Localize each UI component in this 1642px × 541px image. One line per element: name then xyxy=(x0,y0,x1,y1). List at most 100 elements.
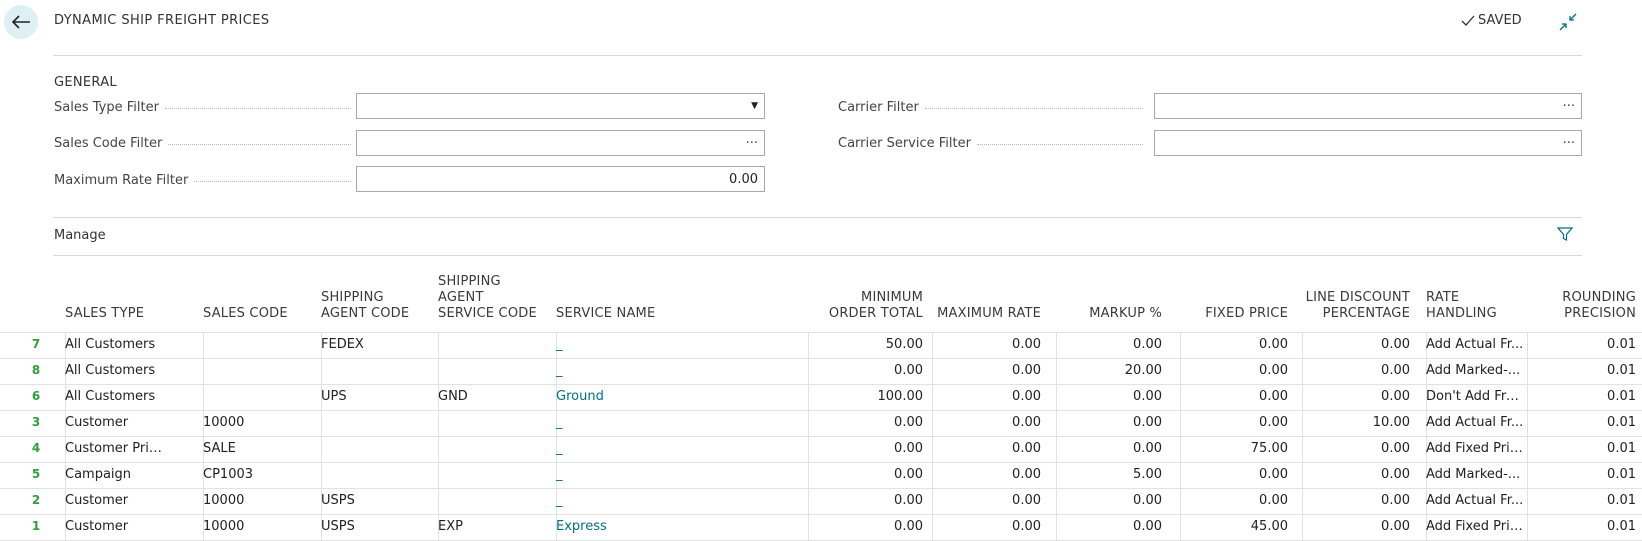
table-cell[interactable]: Customer xyxy=(65,515,167,539)
table-cell[interactable]: 0.01 xyxy=(1540,463,1636,487)
table-cell[interactable]: 0.00 xyxy=(1180,411,1288,435)
table-cell[interactable]: 10000 xyxy=(203,489,323,513)
table-cell[interactable] xyxy=(438,333,556,357)
table-cell[interactable]: Add Fixed Pric... xyxy=(1426,515,1526,539)
table-cell[interactable]: 0.01 xyxy=(1540,489,1636,513)
table-cell[interactable] xyxy=(203,359,323,383)
table-cell[interactable]: 0.00 xyxy=(1302,437,1410,461)
table-cell[interactable]: 0.00 xyxy=(933,437,1041,461)
manage-menu[interactable]: Manage xyxy=(54,228,106,243)
table-cell[interactable]: 0.00 xyxy=(1056,333,1162,357)
table-cell[interactable]: 0.00 xyxy=(1302,333,1410,357)
table-cell[interactable]: 0.00 xyxy=(1056,515,1162,539)
table-cell[interactable]: 0.00 xyxy=(1302,385,1410,409)
row-number[interactable]: 5 xyxy=(17,467,55,481)
table-cell[interactable]: 0.00 xyxy=(1180,463,1288,487)
table-cell[interactable]: Add Marked-... xyxy=(1426,359,1526,383)
table-cell[interactable]: 10000 xyxy=(203,411,323,435)
table-cell[interactable]: 50.00 xyxy=(807,333,923,357)
column-header-3[interactable]: SHIPPING AGENT CODE xyxy=(321,290,438,322)
table-cell[interactable]: 0.00 xyxy=(807,437,923,461)
table-cell[interactable]: 0.01 xyxy=(1540,359,1636,383)
filter-funnel-icon[interactable] xyxy=(1557,226,1573,242)
collapse-icon[interactable] xyxy=(1559,13,1577,31)
table-cell[interactable] xyxy=(438,437,556,461)
table-cell[interactable]: 0.00 xyxy=(807,515,923,539)
column-header-12[interactable]: ROUNDING PRECISION xyxy=(1540,290,1636,322)
service-name-link[interactable]: _ xyxy=(556,437,806,461)
table-cell[interactable]: 0.01 xyxy=(1540,411,1636,435)
table-cell[interactable]: 10000 xyxy=(203,515,323,539)
table-cell[interactable]: All Customers xyxy=(65,333,167,357)
table-cell[interactable]: 0.00 xyxy=(933,385,1041,409)
table-cell[interactable]: 0.00 xyxy=(807,359,923,383)
table-cell[interactable] xyxy=(203,385,323,409)
row-number[interactable]: 7 xyxy=(17,337,55,351)
table-cell[interactable]: 0.00 xyxy=(1056,437,1162,461)
table-cell[interactable]: Customer Pric... xyxy=(65,437,167,461)
table-cell[interactable] xyxy=(438,489,556,513)
table-cell[interactable]: 0.00 xyxy=(807,463,923,487)
table-cell[interactable]: 45.00 xyxy=(1180,515,1288,539)
table-cell[interactable]: Don't Add Fre... xyxy=(1426,385,1526,409)
column-header-11[interactable]: RATE HANDLING xyxy=(1426,290,1526,322)
sales-type-filter-select[interactable]: ▼ xyxy=(356,93,765,119)
column-header-1[interactable]: SALES TYPE xyxy=(65,306,167,322)
table-cell[interactable]: Add Actual Fr... xyxy=(1426,411,1526,435)
table-cell[interactable]: 5.00 xyxy=(1056,463,1162,487)
column-header-2[interactable]: SALES CODE xyxy=(203,306,323,322)
back-button[interactable] xyxy=(4,5,38,39)
lookup-ellipsis-icon[interactable]: ··· xyxy=(1563,136,1575,151)
service-name-link[interactable]: Ground xyxy=(556,385,806,409)
table-cell[interactable]: EXP xyxy=(438,515,556,539)
table-cell[interactable]: 0.00 xyxy=(1302,489,1410,513)
table-cell[interactable]: 0.00 xyxy=(1180,333,1288,357)
table-cell[interactable]: Add Fixed Pric... xyxy=(1426,437,1526,461)
row-number[interactable]: 6 xyxy=(17,389,55,403)
table-cell[interactable]: 0.00 xyxy=(1180,359,1288,383)
table-cell[interactable]: All Customers xyxy=(65,385,167,409)
table-cell[interactable]: Add Marked-... xyxy=(1426,463,1526,487)
row-number[interactable]: 3 xyxy=(17,415,55,429)
table-cell[interactable]: 0.01 xyxy=(1540,385,1636,409)
table-cell[interactable]: 100.00 xyxy=(807,385,924,409)
column-header-7[interactable]: MAXIMUM RATE xyxy=(933,306,1041,322)
maximum-rate-filter-input[interactable]: 0.00 xyxy=(356,166,765,192)
table-cell[interactable]: USPS xyxy=(321,489,438,513)
service-name-link[interactable]: _ xyxy=(556,489,806,513)
row-number[interactable]: 1 xyxy=(17,519,55,533)
table-cell[interactable]: USPS xyxy=(321,515,438,539)
table-cell[interactable]: 0.01 xyxy=(1540,437,1636,461)
table-cell[interactable] xyxy=(438,463,556,487)
table-cell[interactable]: 0.00 xyxy=(1302,359,1410,383)
table-cell[interactable] xyxy=(321,437,438,461)
carrier-service-filter-input[interactable]: ··· xyxy=(1154,130,1582,156)
table-cell[interactable]: 20.00 xyxy=(1056,359,1162,383)
table-cell[interactable]: FEDEX xyxy=(321,333,438,357)
table-cell[interactable] xyxy=(438,359,556,383)
row-number[interactable]: 2 xyxy=(17,493,55,507)
table-cell[interactable]: 0.00 xyxy=(1056,385,1162,409)
table-cell[interactable] xyxy=(321,463,438,487)
row-number[interactable]: 4 xyxy=(17,441,55,455)
table-cell[interactable]: 0.00 xyxy=(933,359,1041,383)
table-cell[interactable]: 0.00 xyxy=(933,515,1041,539)
table-cell[interactable]: 0.00 xyxy=(933,411,1041,435)
table-cell[interactable] xyxy=(321,359,438,383)
table-cell[interactable]: Campaign xyxy=(65,463,167,487)
column-header-6[interactable]: MINIMUM ORDER TOTAL xyxy=(807,290,923,322)
table-cell[interactable]: Customer xyxy=(65,411,167,435)
sales-code-filter-input[interactable]: ··· xyxy=(356,130,765,156)
table-cell[interactable]: 0.00 xyxy=(807,411,923,435)
column-header-9[interactable]: FIXED PRICE xyxy=(1180,306,1288,322)
column-header-10[interactable]: LINE DISCOUNT PERCENTAGE xyxy=(1302,290,1410,322)
table-cell[interactable]: 0.00 xyxy=(807,489,923,513)
table-cell[interactable]: 0.01 xyxy=(1540,515,1636,539)
table-cell[interactable]: 0.00 xyxy=(1302,463,1410,487)
service-name-link[interactable]: _ xyxy=(556,333,806,357)
service-name-link[interactable]: _ xyxy=(556,359,806,383)
table-cell[interactable]: 0.00 xyxy=(1056,411,1162,435)
table-cell[interactable]: GND xyxy=(438,385,556,409)
service-name-link[interactable]: _ xyxy=(556,463,806,487)
table-cell[interactable]: 0.00 xyxy=(933,463,1041,487)
